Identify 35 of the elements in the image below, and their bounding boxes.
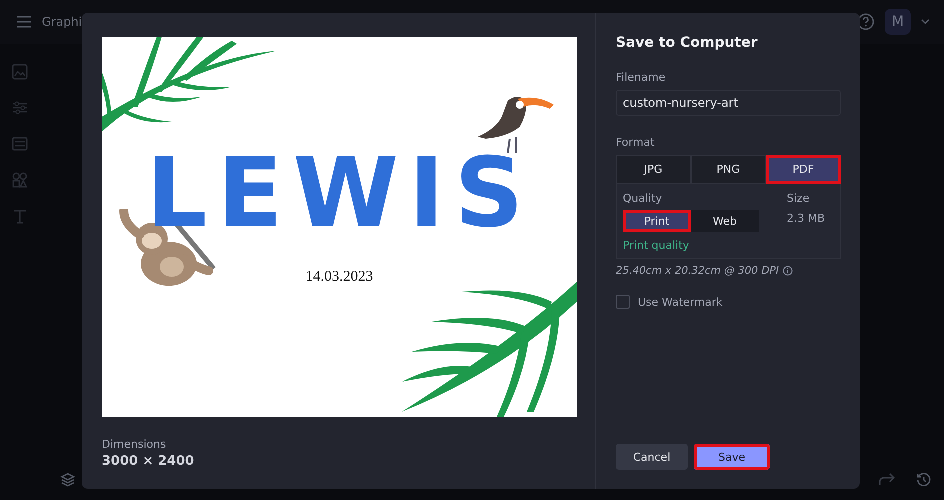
print-size-text: 25.40cm x 20.32cm @ 300 DPI bbox=[616, 265, 780, 277]
help-icon[interactable] bbox=[857, 13, 875, 31]
cancel-button[interactable]: Cancel bbox=[616, 444, 688, 470]
artwork-date: 14.03.2023 bbox=[304, 269, 374, 286]
format-option[interactable]: JPG bbox=[616, 155, 691, 184]
quality-label: Quality bbox=[623, 192, 664, 205]
dimensions-label: Dimensions bbox=[102, 438, 168, 451]
redo-icon[interactable] bbox=[878, 473, 896, 487]
size-label: Size bbox=[787, 192, 811, 205]
app-title: Graphi bbox=[42, 15, 82, 29]
watermark-checkbox[interactable] bbox=[616, 295, 630, 309]
text-icon[interactable] bbox=[12, 208, 28, 224]
filename-field[interactable]: custom-nursery-art bbox=[616, 90, 841, 116]
info-icon[interactable] bbox=[783, 266, 794, 276]
list-icon[interactable] bbox=[12, 136, 28, 152]
dialog-title: Save to Computer bbox=[616, 35, 759, 51]
artwork-title: LEWIS bbox=[145, 145, 535, 241]
dimensions-value: 3000 × 2400 bbox=[102, 454, 196, 469]
save-button[interactable]: Save bbox=[694, 444, 770, 470]
sliders-icon[interactable] bbox=[12, 100, 28, 116]
size-value: 2.3 MB bbox=[787, 212, 826, 225]
caret-icon[interactable] bbox=[921, 19, 930, 25]
image-icon[interactable] bbox=[12, 64, 28, 80]
quality-note: Print quality bbox=[623, 239, 690, 252]
avatar[interactable]: M bbox=[885, 9, 911, 35]
layers-icon[interactable] bbox=[60, 472, 76, 488]
history-icon[interactable] bbox=[916, 472, 932, 488]
shapes-icon[interactable] bbox=[12, 172, 28, 188]
watermark-label: Use Watermark bbox=[638, 296, 723, 308]
format-option[interactable]: PNG bbox=[691, 155, 766, 184]
filename-label: Filename bbox=[616, 71, 667, 84]
quality-option[interactable]: Print bbox=[623, 210, 691, 232]
format-label: Format bbox=[616, 136, 656, 149]
menu-icon[interactable] bbox=[16, 15, 32, 29]
format-option[interactable]: PDF bbox=[766, 155, 841, 184]
